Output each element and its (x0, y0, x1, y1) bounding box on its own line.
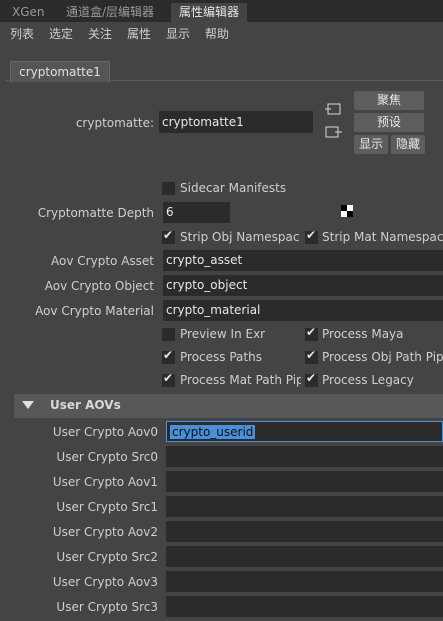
presets-button[interactable]: 预设 (354, 113, 424, 132)
output-connection-icon[interactable] (325, 124, 343, 140)
checkmark-icon: ✔ (163, 371, 174, 385)
tab-attribute-editor[interactable]: 属性编辑器 (171, 3, 248, 22)
menu-attributes[interactable]: 属性 (127, 25, 151, 42)
node-tab-cryptomatte1[interactable]: cryptomatte1 (10, 61, 110, 82)
preview-in-exr-checkbox[interactable] (162, 328, 175, 341)
menu-focus[interactable]: 关注 (88, 25, 112, 42)
strip-mat-namespaces-checkbox[interactable]: ✔ (305, 228, 318, 244)
process-obj-path-pipes-label: Process Obj Path Pipes (322, 350, 443, 364)
user-crypto-aov2-label: User Crypto Aov2 (52, 525, 158, 539)
window-tab-bar: XGen 通道盒/层编辑器 属性编辑器 (0, 0, 443, 22)
strip-mat-namespaces-label: Strip Mat Namespaces (322, 230, 443, 244)
user-crypto-aov0-field[interactable]: crypto_userid (166, 421, 443, 442)
checkmark-icon: ✔ (306, 228, 317, 242)
menu-selected[interactable]: 选定 (49, 25, 73, 42)
map-button-icon[interactable] (341, 205, 353, 217)
aov-crypto-material-field[interactable]: crypto_material (163, 300, 443, 321)
process-obj-path-pipes-checkbox[interactable]: ✔ (305, 348, 318, 364)
user-crypto-aov3-field[interactable] (166, 571, 443, 592)
selected-text: crypto_userid (170, 425, 256, 439)
user-crypto-src3-label: User Crypto Src3 (56, 600, 158, 614)
depth-field[interactable]: 6 (163, 202, 230, 223)
process-paths-label: Process Paths (180, 350, 262, 364)
aov-crypto-asset-label: Aov Crypto Asset (51, 254, 154, 268)
process-maya-label: Process Maya (322, 327, 404, 341)
tab-xgen[interactable]: XGen (4, 3, 53, 22)
user-crypto-src0-field[interactable] (166, 446, 443, 467)
checkmark-icon: ✔ (163, 348, 174, 362)
checkmark-icon: ✔ (306, 348, 317, 362)
checkmark-icon: ✔ (163, 228, 174, 242)
show-button[interactable]: 显示 (354, 135, 388, 154)
user-crypto-src3-field[interactable] (166, 596, 443, 617)
aov-crypto-asset-field[interactable]: crypto_asset (163, 250, 443, 271)
checkmark-icon: ✔ (306, 371, 317, 385)
user-crypto-aov1-field[interactable] (166, 471, 443, 492)
process-legacy-checkbox[interactable]: ✔ (305, 371, 318, 387)
user-crypto-aov3-label: User Crypto Aov3 (52, 575, 158, 589)
user-crypto-src0-label: User Crypto Src0 (56, 450, 158, 464)
process-maya-checkbox[interactable]: ✔ (305, 325, 318, 341)
process-mat-path-pipes-checkbox[interactable]: ✔ (162, 371, 175, 387)
user-crypto-aov1-label: User Crypto Aov1 (52, 475, 158, 489)
tab-channel-box[interactable]: 通道盒/层编辑器 (58, 3, 162, 22)
checkmark-icon: ✔ (306, 325, 317, 339)
menu-help[interactable]: 帮助 (205, 25, 229, 42)
menu-show[interactable]: 显示 (166, 25, 190, 42)
collapse-arrow-icon[interactable] (22, 401, 34, 409)
input-connection-icon[interactable] (325, 101, 343, 117)
depth-label: Cryptomatte Depth (37, 206, 154, 220)
aov-crypto-object-label: Aov Crypto Object (44, 279, 154, 293)
menu-bar: 列表 选定 关注 属性 显示 帮助 (0, 22, 443, 44)
hide-button[interactable]: 隐藏 (391, 135, 425, 154)
menu-list[interactable]: 列表 (10, 25, 34, 42)
process-paths-checkbox[interactable]: ✔ (162, 348, 175, 364)
strip-obj-namespaces-label: Strip Obj Namespaces (180, 230, 299, 244)
node-name-field[interactable]: cryptomatte1 (159, 111, 313, 133)
user-aovs-section-title: User AOVs (50, 398, 121, 412)
process-mat-path-pipes-label: Process Mat Path Pipes (180, 373, 301, 387)
strip-obj-namespaces-checkbox[interactable]: ✔ (162, 228, 175, 244)
preview-in-exr-label: Preview In Exr (180, 327, 266, 341)
user-crypto-aov2-field[interactable] (166, 521, 443, 542)
focus-button[interactable]: 聚焦 (354, 91, 424, 110)
process-legacy-label: Process Legacy (322, 373, 414, 387)
user-crypto-src1-field[interactable] (166, 496, 443, 517)
aov-crypto-object-field[interactable]: crypto_object (163, 275, 443, 296)
sidecar-manifests-checkbox[interactable] (162, 182, 175, 195)
user-crypto-aov0-label: User Crypto Aov0 (52, 425, 158, 439)
aov-crypto-material-label: Aov Crypto Material (35, 304, 154, 318)
node-name-label: cryptomatte: (75, 116, 154, 130)
sidecar-manifests-label: Sidecar Manifests (180, 181, 287, 195)
user-crypto-src2-field[interactable] (166, 546, 443, 567)
user-crypto-src2-label: User Crypto Src2 (56, 550, 158, 564)
user-crypto-src1-label: User Crypto Src1 (56, 500, 158, 514)
